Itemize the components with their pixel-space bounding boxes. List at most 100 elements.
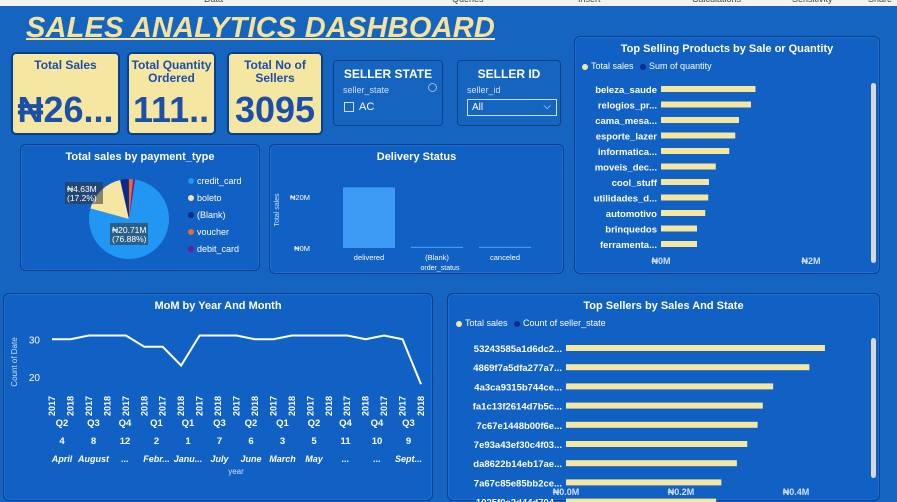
- category-label: 1025f0e2d44d704...: [476, 498, 562, 502]
- slicer-title: SELLER STATE: [343, 67, 433, 81]
- tick-label: 2017: [158, 396, 168, 416]
- tick-label: 2018: [102, 396, 112, 416]
- card-total-sellers[interactable]: Total No of Sellers 3095: [227, 52, 323, 135]
- chart-legend: Total sales Count of seller_state: [456, 318, 606, 328]
- bar: [566, 421, 758, 428]
- panel-delivery-status: Delivery Status Total sales ₦20M ₦0M delive…: [269, 144, 564, 274]
- bar: [661, 163, 716, 170]
- tick-label: ...: [342, 454, 350, 464]
- delivery-status-chart: Total sales ₦20M ₦0M delivered (Blank) cancel…: [274, 187, 531, 272]
- chart-title: MoM by Year And Month: [154, 300, 282, 312]
- ribbon-label: Calculations: [692, 0, 741, 4]
- tick-label: ₦2M: [801, 256, 820, 266]
- tick-label: 11: [340, 436, 351, 447]
- tick-label: 12: [120, 436, 131, 447]
- tick-label: 1: [185, 436, 191, 447]
- legend-item: Total sales: [465, 318, 508, 328]
- tick-label: 2017: [195, 396, 205, 416]
- bar: [411, 246, 463, 248]
- bar: [661, 194, 709, 201]
- card-total-sales[interactable]: Total Sales ₦26...: [11, 52, 120, 135]
- axis-title: year: [228, 467, 244, 476]
- card-label: Total Sales: [34, 58, 97, 72]
- slicer-item[interactable]: AC: [344, 101, 374, 113]
- tick-label: ₦0.0M: [553, 487, 580, 497]
- tick-label: Q4: [119, 418, 132, 429]
- category-label: moveis_dec...: [595, 163, 657, 174]
- category-label: ferramenta...: [600, 240, 657, 251]
- checkbox[interactable]: [344, 102, 354, 113]
- bar: [566, 364, 810, 371]
- tick-label: 2018: [250, 396, 260, 416]
- panel-top-products: Top Selling Products by Sale or Quantity…: [574, 36, 880, 274]
- legend-dot: [188, 229, 194, 235]
- payment-pie-chart: ₦4.63M(17.2%)₦20.71M(76.88%)credit_cardb…: [65, 176, 242, 259]
- card-total-quantity[interactable]: Total Quantity Ordered 111...: [127, 52, 216, 135]
- bar: [661, 117, 739, 123]
- slicer-seller-state[interactable]: SELLER STATE seller_state AC: [333, 60, 443, 126]
- bar: [661, 101, 751, 108]
- tick-label: 4: [59, 436, 65, 447]
- tick-label: ₦20M: [290, 193, 310, 202]
- slicer-seller-id[interactable]: SELLER ID seller_id All ⌵: [457, 60, 561, 126]
- card-value: 3095: [234, 89, 316, 130]
- category-label: cool_stuff: [612, 178, 658, 189]
- tick-label: 2017: [342, 396, 352, 416]
- tick-label: Q1: [182, 418, 195, 429]
- bar: [566, 383, 774, 390]
- tick-label: 2017: [268, 396, 278, 416]
- bar: [566, 460, 737, 467]
- category-label: beleza_saude: [595, 85, 657, 96]
- tick-label: Q4: [339, 418, 352, 429]
- scrollbar[interactable]: [871, 83, 876, 263]
- tick-label: ...: [121, 454, 129, 464]
- slicer-scroll-icon[interactable]: [428, 83, 437, 92]
- ribbon-label: Queries: [452, 0, 484, 4]
- series-line: [52, 334, 422, 385]
- tick-label: 10: [372, 436, 383, 447]
- tick-label: 5: [311, 436, 317, 447]
- axis-title: Total sales: [274, 193, 281, 227]
- tick-label: Q3: [213, 418, 226, 429]
- panel-top-sellers: Top Sellers by Sales And State Total sal…: [447, 293, 880, 502]
- card-value: 111...: [133, 89, 210, 130]
- tick-label: July: [210, 454, 229, 464]
- tick-label: 2018: [176, 396, 186, 416]
- dropdown-value: All: [472, 102, 484, 113]
- tick-label: 2017: [121, 396, 131, 416]
- scrollbar[interactable]: [871, 338, 876, 478]
- tick-label: 20: [29, 373, 41, 384]
- category-label: 4869f7a5dfa277a7...: [473, 363, 562, 374]
- tick-label: Q2: [245, 418, 258, 429]
- tick-label: ₦0.2M: [668, 487, 695, 497]
- tick-label: 9: [406, 436, 411, 447]
- ribbon-label: Sensitivity: [792, 0, 833, 4]
- ribbon-label: Insert: [578, 0, 601, 4]
- page-title: SALES ANALYTICS DASHBOARD: [26, 12, 496, 44]
- tick-label: 2018: [287, 396, 297, 416]
- category-label: delivered: [354, 253, 384, 262]
- tick-label: 6: [248, 436, 253, 447]
- bar: [661, 132, 736, 139]
- tick-label: March: [269, 454, 296, 464]
- tick-label: Janu...: [174, 454, 203, 464]
- tick-label: 3: [280, 436, 285, 447]
- axis-title: order_status: [421, 265, 460, 272]
- bar: [661, 148, 730, 154]
- tick-label: 2: [154, 436, 159, 447]
- legend-dot: [188, 178, 194, 184]
- category-label: 7e93a43ef30c4f03...: [474, 440, 562, 451]
- tick-label: 8: [91, 436, 96, 447]
- card-value: ₦26...: [17, 89, 114, 130]
- chart-title: Top Selling Products by Sale or Quantity: [620, 43, 834, 55]
- tick-label: 2018: [213, 396, 223, 416]
- seller-id-dropdown[interactable]: All ⌵: [467, 99, 557, 116]
- tick-label: Q1: [276, 418, 289, 429]
- tick-label: 7: [217, 436, 222, 447]
- category-label: automotivo: [606, 209, 657, 220]
- legend-item: Total sales: [591, 61, 634, 71]
- bar: [661, 210, 706, 216]
- category-label: da8622b14eb17ae...: [473, 459, 562, 470]
- legend-item: debit_card: [197, 244, 239, 254]
- panel-payment-type: Total sales by payment_type ₦4.63M (17.2%…: [20, 144, 260, 271]
